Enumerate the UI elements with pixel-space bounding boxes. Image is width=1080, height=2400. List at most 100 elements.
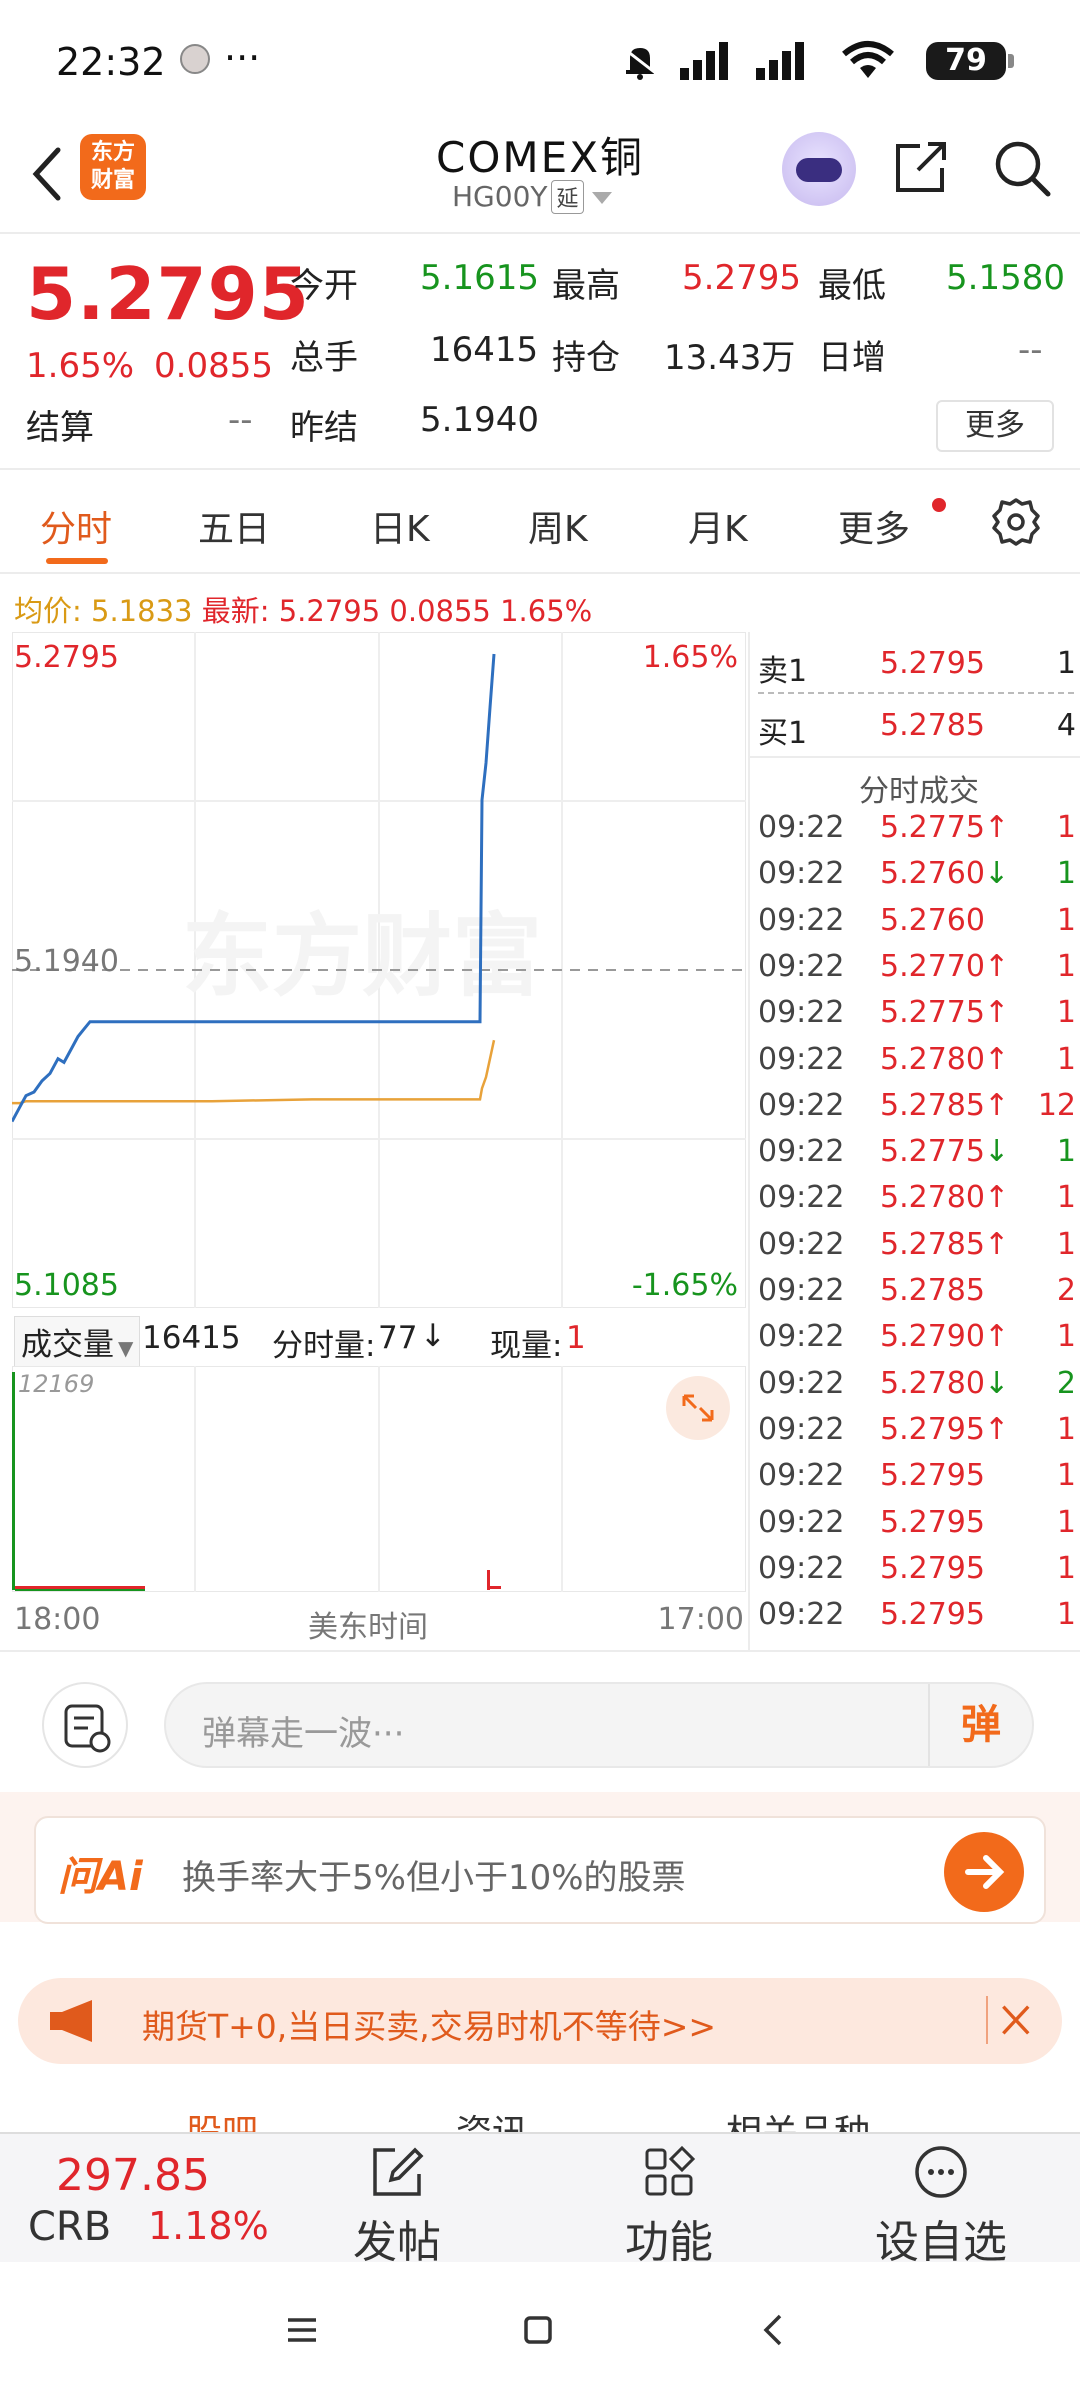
minute-vol-value: 77 — [378, 1320, 418, 1356]
trade-qty: 1 — [1056, 1041, 1076, 1077]
share-icon[interactable] — [890, 138, 950, 198]
trade-qty: 1 — [1056, 1319, 1076, 1355]
tab-related[interactable]: 相关品种 — [726, 2104, 870, 2132]
trade-qty: 1 — [1056, 1504, 1076, 1540]
trade-row: 09:22 5.2775 ↑ 1 — [758, 995, 1080, 1035]
functions-button[interactable]: 功能 — [594, 2134, 744, 2268]
menu-icon[interactable] — [282, 2310, 322, 2350]
trade-time: 09:22 — [758, 1550, 845, 1586]
trade-price: 5.2795 — [880, 1597, 985, 1633]
trade-direction-icon: ↓ — [984, 1365, 1010, 1401]
high-label: 最高 — [552, 266, 620, 306]
nav-back-icon[interactable] — [754, 2310, 794, 2350]
prev-settle-label: 昨结 — [290, 408, 358, 448]
home-icon[interactable] — [518, 2310, 558, 2350]
trade-direction-icon: ↑ — [984, 1226, 1010, 1262]
tab-guba[interactable]: 股吧 — [186, 2104, 258, 2132]
functions-label: 功能 — [625, 2217, 713, 2268]
new-badge — [932, 498, 946, 512]
volume-label: 总手 — [290, 338, 358, 378]
signal-icon-2 — [756, 42, 804, 80]
trade-row: 09:22 5.2775 ↑ 1 — [758, 810, 1080, 850]
volume-select[interactable]: 成交量 ▼ — [14, 1316, 141, 1367]
crb-name: CRB — [28, 2204, 112, 2250]
trade-time: 09:22 — [758, 1041, 845, 1077]
trade-direction-icon: ↑ — [984, 948, 1010, 984]
danmu-send-button[interactable]: 弹 — [928, 1684, 1032, 1766]
signal-icon — [680, 42, 728, 80]
last-price: 5.2795 — [26, 252, 310, 336]
latest-value: 5.2795 — [278, 594, 381, 628]
volume-value: 16415 — [430, 330, 539, 370]
trade-row: 09:22 5.2780 ↓ 2 — [758, 1366, 1080, 1406]
trade-direction-icon: ↑ — [984, 995, 1010, 1031]
avg-label: 均价: — [14, 594, 82, 628]
trade-row: 09:22 5.2795 1 — [758, 1551, 1080, 1591]
order-book: 卖1 5.2795 1 买1 5.2785 4 分时成交 09:22 5.2775… — [748, 632, 1080, 1650]
post-button[interactable]: 发帖 — [322, 2134, 472, 2268]
search-icon[interactable] — [990, 136, 1054, 200]
tab-five-day[interactable]: 五日 — [198, 500, 270, 552]
trade-row: 09:22 5.2760 1 — [758, 903, 1080, 943]
avg-price-line — [12, 1039, 496, 1105]
tab-intraday[interactable]: 分时 — [40, 500, 112, 552]
settle-label: 结算 — [26, 408, 94, 448]
trade-qty: 2 — [1056, 1273, 1076, 1308]
grid-icon — [645, 2145, 696, 2196]
crb-value: 297.85 — [56, 2150, 210, 2201]
tab-news[interactable]: 资讯 — [456, 2104, 528, 2132]
ask-label: 卖1 — [758, 654, 808, 689]
promo-text: 期货T+0,当日买卖,交易时机不等待>> — [142, 2007, 717, 2046]
ai-assistant-icon[interactable] — [782, 132, 856, 206]
trade-time: 09:22 — [758, 1365, 845, 1401]
trade-row: 09:22 5.2780 ↑ 1 — [758, 1180, 1080, 1220]
danmu-input[interactable]: 弹幕走一波··· 弹 — [164, 1682, 1034, 1768]
promo-banner[interactable]: 期货T+0,当日买卖,交易时机不等待>> — [18, 1978, 1062, 2064]
ai-search-box[interactable]: 问Ai 换手率大于5%但小于10%的股票 — [34, 1816, 1046, 1924]
trade-price: 5.2780 — [880, 1365, 985, 1401]
status-time: 22:32 — [56, 40, 166, 84]
minute-vol-label: 分时量: — [272, 1328, 376, 1364]
settle-value: -- — [228, 400, 253, 440]
tab-daily-k[interactable]: 日K — [370, 500, 430, 552]
trade-time: 09:22 — [758, 995, 845, 1031]
trade-row: 09:22 5.2795 1 — [758, 1597, 1080, 1637]
watermark: 东方财富 — [182, 904, 542, 1009]
tab-weekly-k[interactable]: 周K — [528, 500, 588, 552]
add-watchlist-button[interactable]: 设自选 — [866, 2134, 1016, 2268]
tab-more[interactable]: 更多 — [838, 500, 910, 552]
more-quote-button[interactable]: 更多 — [936, 400, 1054, 452]
trade-time: 09:22 — [758, 1273, 845, 1308]
status-bar: 22:32 ··· 79 — [0, 0, 1080, 120]
trade-qty: 2 — [1056, 1365, 1076, 1401]
oi-label: 持仓 — [552, 338, 620, 378]
instrument-code-selector[interactable]: HG00Y 延 — [452, 180, 612, 214]
chart-top-pct: 1.65% — [642, 640, 738, 675]
trade-row: 09:22 5.2770 ↑ 1 — [758, 949, 1080, 989]
trade-price: 5.2780 — [880, 1041, 985, 1077]
ask-qty: 1 — [1056, 646, 1076, 681]
system-nav-bar — [0, 2262, 1080, 2400]
latest-change-pct: 1.65% — [500, 594, 593, 628]
current-vol-label: 现量: — [490, 1328, 563, 1364]
open-label: 今开 — [290, 266, 358, 306]
trade-row: 09:22 5.2785 2 — [758, 1273, 1080, 1313]
trade-time: 09:22 — [758, 1504, 845, 1540]
ai-submit-button[interactable] — [944, 1832, 1024, 1912]
trade-time: 09:22 — [758, 1180, 845, 1216]
intraday-chart[interactable]: 东方财富 5.2795 1.65% 5.1940 5.1085 -1.65% — [12, 632, 746, 1308]
ask-row: 卖1 5.2795 1 — [758, 646, 1080, 689]
close-icon[interactable] — [986, 1996, 1034, 2044]
bid-label: 买1 — [758, 716, 808, 751]
trade-time: 09:22 — [758, 1087, 845, 1123]
trade-time: 09:22 — [758, 948, 845, 984]
gear-icon[interactable] — [990, 496, 1042, 548]
danmu-settings-icon[interactable] — [42, 1682, 128, 1768]
bid-price: 5.2785 — [880, 708, 985, 743]
trade-direction-icon: ↑ — [984, 1319, 1010, 1355]
tab-monthly-k[interactable]: 月K — [688, 500, 748, 552]
notification-avatar-icon — [180, 44, 210, 74]
current-vol-value: 1 — [566, 1320, 586, 1356]
trade-price: 5.2785 — [880, 1226, 985, 1262]
avg-value: 5.1833 — [91, 594, 193, 628]
